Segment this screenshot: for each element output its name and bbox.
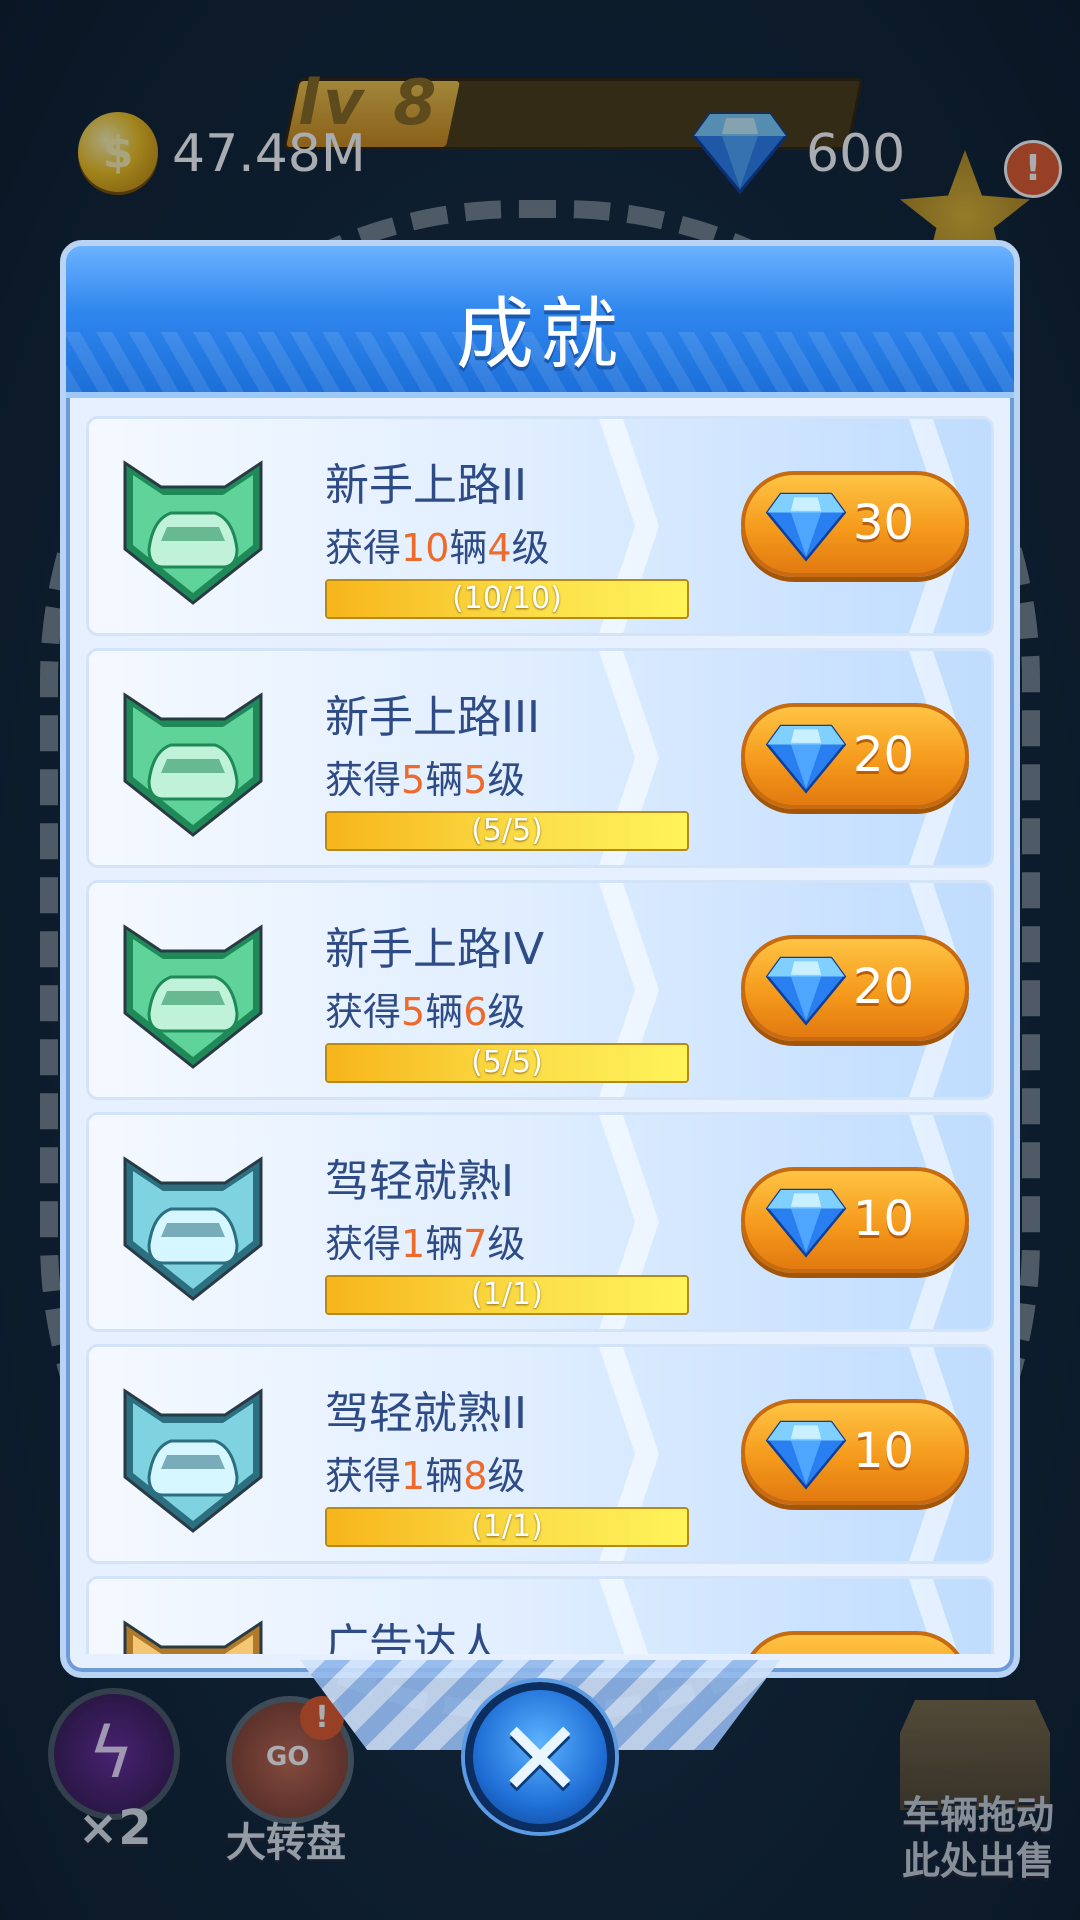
progress-text: (5/5) xyxy=(471,1045,543,1080)
achievement-card: 新手上路II 获得10辆4级 (10/10) 30 xyxy=(86,416,994,636)
achievement-name: 驾轻就熟II xyxy=(325,1388,527,1439)
achievement-requirement: 获得1辆7级 xyxy=(325,1222,526,1266)
achievement-requirement: 获得10辆4级 xyxy=(325,526,550,570)
achievement-card: 新手上路III 获得5辆5级 (5/5) 20 xyxy=(86,648,994,868)
achievement-card: 新手上路IV 获得5辆6级 (5/5) 20 xyxy=(86,880,994,1100)
diamond-icon xyxy=(765,492,847,562)
claim-reward-button[interactable]: 10 xyxy=(741,1167,969,1273)
achievement-requirement: 获得1辆8级 xyxy=(325,1454,526,1498)
achievement-name: 驾轻就熟I xyxy=(325,1156,514,1207)
green-car-badge-icon xyxy=(123,924,263,1069)
progress-bar: (10/10) xyxy=(325,579,689,619)
achievements-dialog: 成就 新手上路II 获得10辆4级 (10/10) 30 新手上路III 获得5辆5级 (5… xyxy=(60,240,1020,1678)
dialog-title: 成就 xyxy=(455,290,624,380)
achievement-requirement: 获得5辆6级 xyxy=(325,990,526,1034)
achievement-name: 新手上路III xyxy=(325,692,540,743)
progress-bar: (1/1) xyxy=(325,1507,689,1547)
progress-text: (1/1) xyxy=(471,1277,543,1312)
green-car-badge-icon xyxy=(123,692,263,837)
achievement-card: 广告达人 xyxy=(86,1576,994,1654)
claim-reward-button[interactable] xyxy=(741,1631,969,1654)
green-car-badge-icon xyxy=(123,460,263,605)
diamond-icon xyxy=(765,1188,847,1258)
achievement-name: 新手上路IV xyxy=(325,924,545,975)
claim-reward-button[interactable]: 20 xyxy=(741,935,969,1041)
teal-car-badge-icon xyxy=(123,1388,263,1533)
achievement-requirement: 获得5辆5级 xyxy=(325,758,526,802)
achievement-card: 驾轻就熟II 获得1辆8级 (1/1) 10 xyxy=(86,1344,994,1564)
reward-amount: 20 xyxy=(853,727,915,783)
diamond-icon xyxy=(765,956,847,1026)
diamond-icon xyxy=(765,724,847,794)
achievement-card: 驾轻就熟I 获得1辆7级 (1/1) 10 xyxy=(86,1112,994,1332)
claim-reward-button[interactable]: 30 xyxy=(741,471,969,577)
reward-amount: 30 xyxy=(853,495,915,551)
progress-bar: (5/5) xyxy=(325,811,689,851)
achievement-name: 新手上路II xyxy=(325,460,527,511)
progress-bar: (1/1) xyxy=(325,1275,689,1315)
gold-star-badge-icon xyxy=(123,1620,263,1654)
close-button[interactable]: ✕ xyxy=(465,1682,615,1832)
progress-text: (1/1) xyxy=(471,1509,543,1544)
close-icon: ✕ xyxy=(496,1698,584,1820)
diamond-icon xyxy=(765,1420,847,1490)
achievement-list[interactable]: 新手上路II 获得10辆4级 (10/10) 30 新手上路III 获得5辆5级 (5/5)… xyxy=(86,416,994,1654)
chevron-decoration xyxy=(599,1579,659,1654)
reward-amount: 10 xyxy=(853,1191,915,1247)
dialog-header: 成就 xyxy=(66,246,1014,398)
progress-text: (10/10) xyxy=(452,581,562,616)
progress-bar: (5/5) xyxy=(325,1043,689,1083)
achievement-name: 广告达人 xyxy=(325,1620,501,1654)
teal-car-badge-icon xyxy=(123,1156,263,1301)
claim-reward-button[interactable]: 10 xyxy=(741,1399,969,1505)
claim-reward-button[interactable]: 20 xyxy=(741,703,969,809)
progress-text: (5/5) xyxy=(471,813,543,848)
reward-amount: 20 xyxy=(853,959,915,1015)
reward-amount: 10 xyxy=(853,1423,915,1479)
